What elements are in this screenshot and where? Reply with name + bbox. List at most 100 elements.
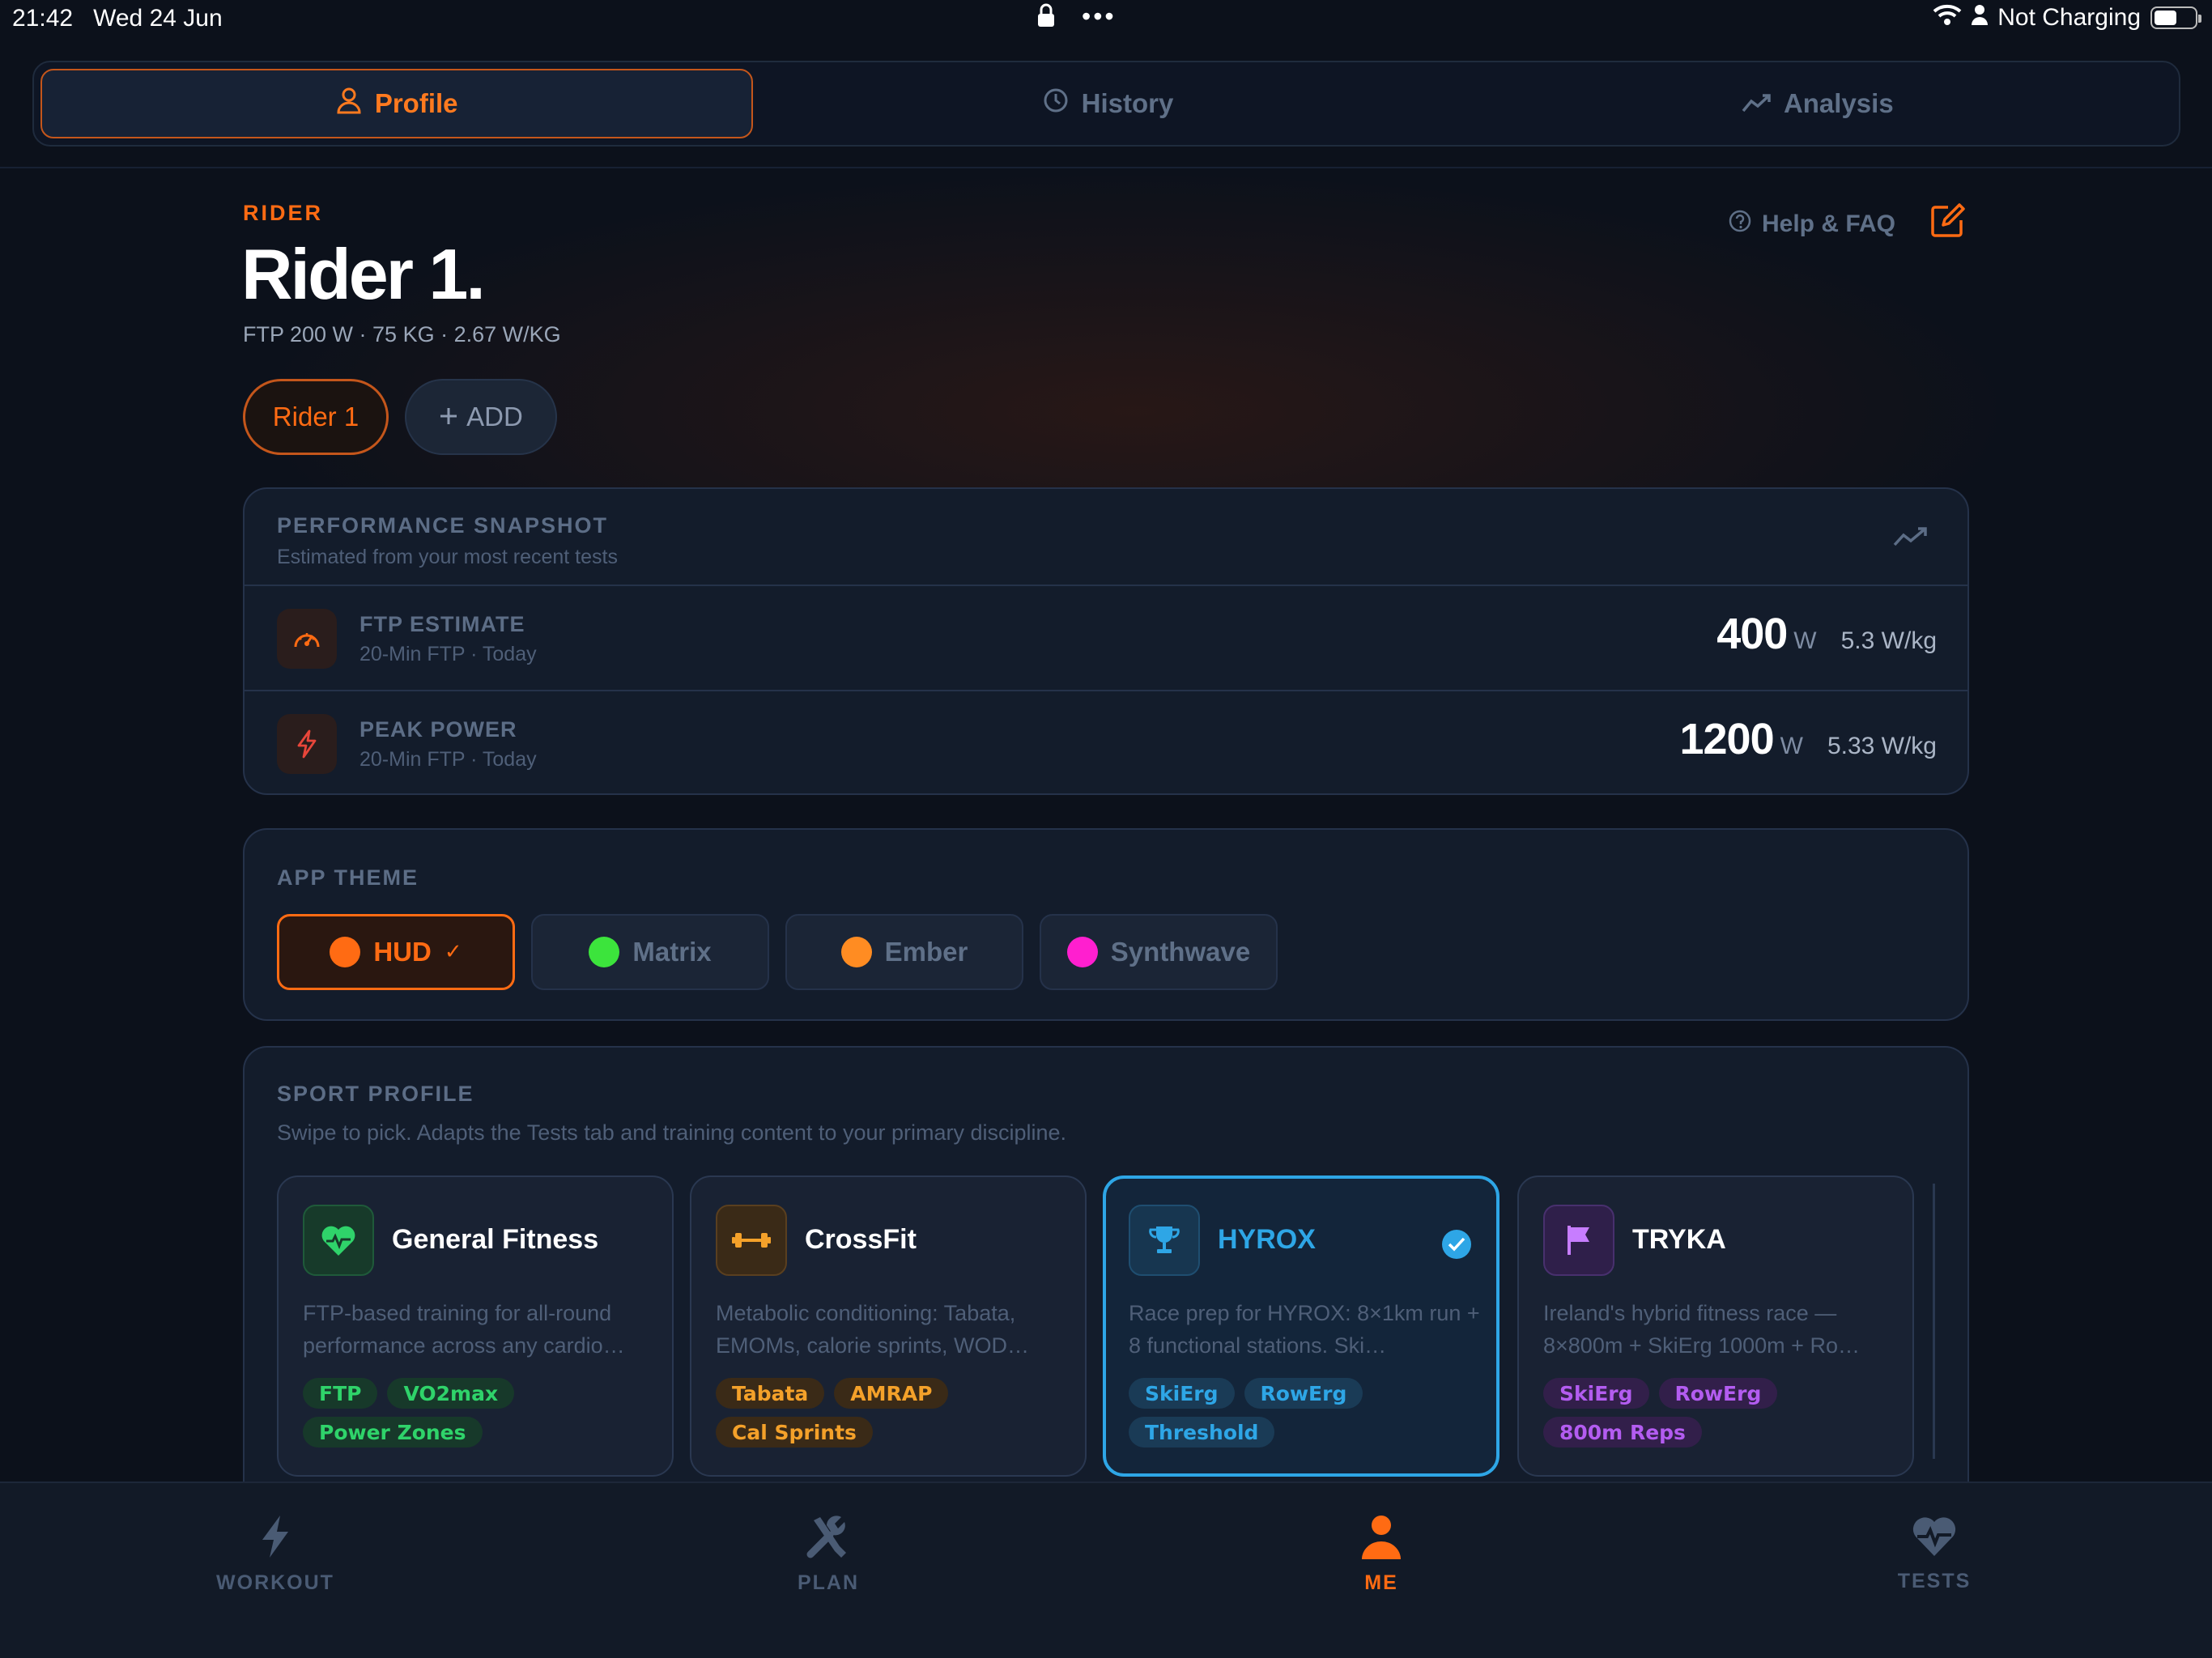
sport-tags: FTP VO2max Power Zones [303, 1378, 659, 1448]
nav-tests[interactable]: TESTS [1853, 1514, 2015, 1593]
heart-pulse-icon [1911, 1514, 1958, 1563]
theme-option-hud[interactable]: HUD ✓ [277, 914, 515, 990]
multitasking-dots-icon[interactable]: ••• [1082, 2, 1117, 32]
sport-name: HYROX [1218, 1224, 1316, 1255]
status-time: 21:42 Wed 24 Jun [12, 5, 223, 32]
sport-tag: Threshold [1129, 1417, 1275, 1448]
sport-tag: Power Zones [303, 1417, 483, 1448]
person-icon [1360, 1514, 1402, 1565]
tab-profile[interactable]: Profile [40, 69, 754, 138]
sport-tag: FTP [303, 1378, 378, 1409]
clock-icon [1043, 87, 1069, 120]
gauge-icon [277, 609, 337, 669]
perf-number: 1200 [1679, 715, 1774, 763]
sport-tag: VO2max [387, 1378, 515, 1409]
trophy-icon [1129, 1205, 1200, 1276]
perf-value: 1200 W 5.33 W/kg [1679, 714, 1937, 764]
rider-stats: FTP 200 W · 75 KG · 2.67 W/KG [243, 322, 561, 346]
tab-label: History [1081, 88, 1174, 118]
rider-name: Rider 1. [241, 234, 486, 314]
add-label: ADD [466, 402, 523, 432]
nav-label: ME [1364, 1571, 1398, 1594]
tab-label: Profile [374, 88, 458, 118]
add-rider-button[interactable]: ADD [405, 379, 557, 455]
theme-color-dot [330, 937, 361, 967]
perf-unit: W [1793, 627, 1817, 654]
help-faq-label: Help & FAQ [1762, 210, 1896, 237]
sport-tag: RowErg [1244, 1378, 1363, 1409]
sport-card-general-fitness[interactable]: General Fitness FTP-based training for a… [277, 1175, 674, 1477]
bolt-icon [259, 1514, 291, 1565]
nav-plan[interactable]: PLAN [747, 1514, 909, 1595]
tab-history[interactable]: History [753, 69, 1462, 138]
perf-wkg: 5.3 W/kg [1840, 627, 1937, 654]
perf-label: PEAK POWER [359, 717, 517, 742]
battery-icon [2150, 6, 2201, 29]
sport-tag: AMRAP [834, 1378, 949, 1409]
app-theme-card: APP THEME HUD ✓ Matrix Ember Synthwave [243, 828, 1969, 1021]
lock-icon [1036, 2, 1056, 36]
sport-name: TRYKA [1632, 1224, 1726, 1255]
theme-label: Synthwave [1110, 937, 1251, 967]
theme-color-dot [1066, 937, 1098, 967]
performance-subtitle: Estimated from your most recent tests [277, 546, 618, 568]
nav-label: WORKOUT [216, 1571, 334, 1594]
nav-label: PLAN [797, 1571, 860, 1594]
perf-label: FTP ESTIMATE [359, 612, 525, 636]
edit-icon[interactable] [1929, 202, 1966, 244]
theme-option-matrix[interactable]: Matrix [531, 914, 769, 990]
help-faq-link[interactable]: Help & FAQ [1728, 209, 1895, 240]
theme-option-ember[interactable]: Ember [785, 914, 1023, 990]
theme-title: APP THEME [277, 865, 419, 890]
sport-profile-subtitle: Swipe to pick. Adapts the Tests tab and … [277, 1120, 1067, 1145]
theme-label: Matrix [632, 937, 712, 967]
nav-workout[interactable]: WORKOUT [194, 1514, 356, 1595]
sport-tags: SkiErg RowErg Threshold [1129, 1378, 1485, 1448]
sport-card-crossfit[interactable]: CrossFit Metabolic conditioning: Tabata,… [690, 1175, 1087, 1477]
nav-me[interactable]: ME [1300, 1514, 1462, 1595]
perf-meta: 20-Min FTP · Today [359, 643, 537, 665]
top-tab-bar: Profile History Analysis [32, 61, 2180, 147]
check-icon: ✓ [444, 940, 462, 964]
sport-description: Metabolic conditioning: Tabata, EMOMs, c… [716, 1301, 1030, 1358]
sport-profile-title: SPORT PROFILE [277, 1082, 474, 1106]
sport-description: FTP-based training for all-round perform… [303, 1301, 625, 1358]
status-clock: 21:42 [12, 5, 74, 32]
heart-pulse-icon [303, 1205, 374, 1276]
sport-tag: SkiErg [1129, 1378, 1235, 1409]
tab-analysis[interactable]: Analysis [1463, 69, 2172, 138]
trend-icon [1742, 88, 1771, 119]
theme-option-synthwave[interactable]: Synthwave [1040, 914, 1278, 990]
trend-icon[interactable] [1893, 526, 1927, 551]
sport-tags: Tabata AMRAP Cal Sprints [716, 1378, 1072, 1448]
perf-row-ftp[interactable]: FTP ESTIMATE 20-Min FTP · Today 400 W 5.… [245, 585, 1967, 690]
sport-tag: Tabata [716, 1378, 825, 1409]
status-date: Wed 24 Jun [93, 5, 223, 32]
person-icon [336, 87, 362, 121]
theme-color-dot [840, 937, 872, 967]
perf-number: 400 [1716, 610, 1788, 658]
plus-icon [439, 402, 458, 432]
perf-value: 400 W 5.3 W/kg [1716, 609, 1937, 659]
tab-label: Analysis [1783, 88, 1894, 118]
sport-tag: RowErg [1658, 1378, 1778, 1409]
next-card-edge [1933, 1184, 1935, 1459]
status-bar: 21:42 Wed 24 Jun ••• Not Charging [0, 0, 2212, 39]
nav-label: TESTS [1897, 1570, 1972, 1592]
rider-chip[interactable]: Rider 1 [243, 379, 389, 455]
sport-tag: Cal Sprints [716, 1417, 873, 1448]
sport-tag: SkiErg [1543, 1378, 1649, 1409]
rider-caption: RIDER [243, 201, 324, 225]
sport-tags: SkiErg RowErg 800m Reps [1543, 1378, 1899, 1448]
sport-name: CrossFit [805, 1224, 917, 1255]
bolt-icon [277, 714, 337, 774]
theme-label: Ember [884, 937, 968, 967]
wifi-icon [1933, 3, 1962, 32]
perf-wkg: 5.33 W/kg [1827, 733, 1937, 759]
sport-card-tryka[interactable]: TRYKA Ireland's hybrid fitness race — 8×… [1517, 1175, 1914, 1477]
perf-row-peak[interactable]: PEAK POWER 20-Min FTP · Today 1200 W 5.3… [245, 690, 1967, 793]
status-right: Not Charging [1933, 3, 2201, 32]
sport-card-hyrox[interactable]: HYROX Race prep for HYROX: 8×1km run + 8… [1103, 1175, 1499, 1477]
question-circle-icon [1728, 209, 1752, 240]
charging-status: Not Charging [1997, 4, 2141, 31]
